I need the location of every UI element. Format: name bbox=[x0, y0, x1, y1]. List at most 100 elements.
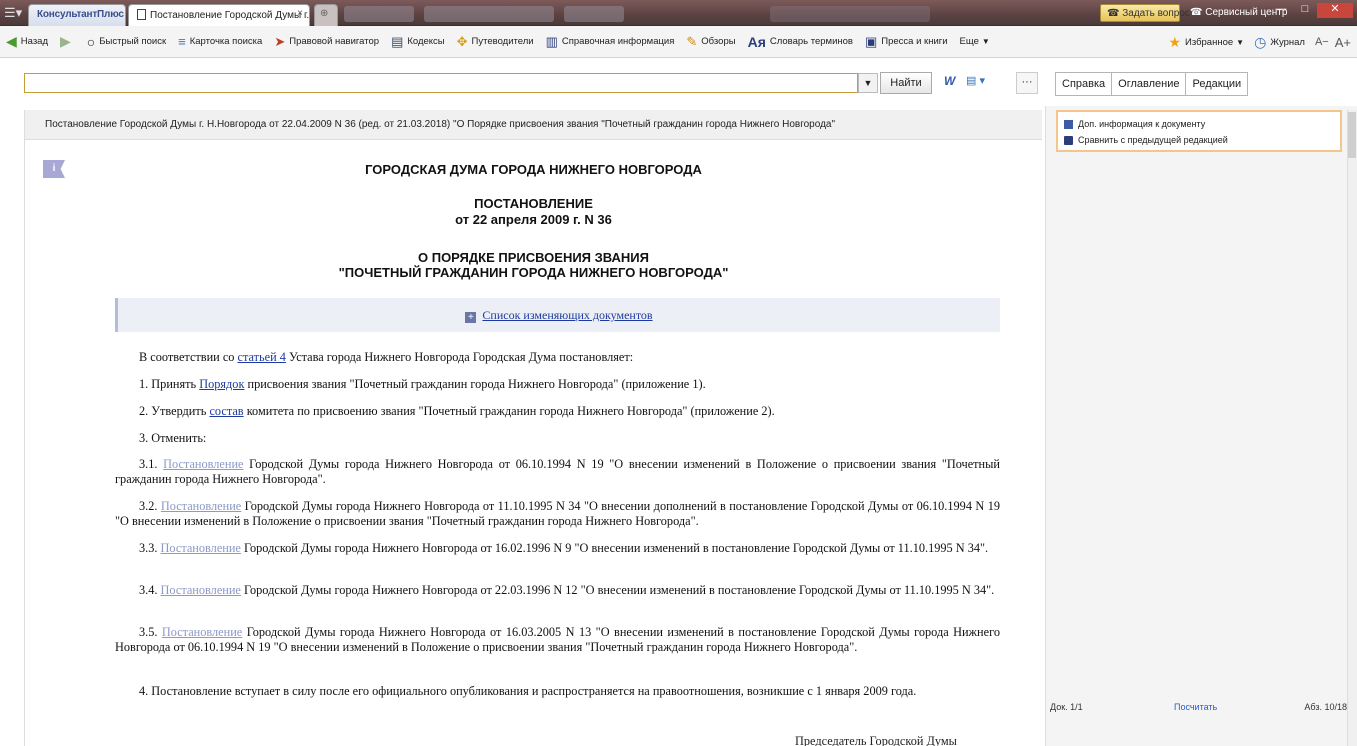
ask-question-button[interactable]: ☎ Задать вопрос bbox=[1100, 4, 1190, 22]
print-icon[interactable]: ▤ ▾ bbox=[966, 74, 985, 87]
back-button[interactable]: ◀ Назад bbox=[6, 33, 48, 50]
phone-icon: ☎ bbox=[1190, 7, 1206, 18]
resolution-link[interactable]: Постановление bbox=[162, 625, 242, 639]
word-export-icon[interactable]: W bbox=[944, 74, 955, 88]
reference-label: Справочная информация bbox=[561, 36, 675, 47]
ask-question-label: Задать вопрос bbox=[1122, 8, 1190, 19]
document-pane: Постановление Городской Думы г. Н.Новгор… bbox=[24, 110, 1042, 746]
dictionary-button[interactable]: Aя Словарь терминов bbox=[748, 34, 853, 50]
reviews-button[interactable]: ✎ Обзоры bbox=[686, 34, 735, 50]
paragraph-4: 4. Постановление вступает в силу после е… bbox=[115, 684, 1000, 699]
search-card-button[interactable]: ≡ Карточка поиска bbox=[178, 34, 262, 49]
text: 3.5. bbox=[139, 625, 162, 639]
scrollbar-thumb[interactable] bbox=[1348, 112, 1356, 158]
codes-button[interactable]: ▤ Кодексы bbox=[391, 34, 445, 50]
text: 4. Постановление вступает в силу после е… bbox=[139, 684, 917, 698]
chevron-down-icon: ▼ bbox=[981, 37, 990, 46]
article-4-link[interactable]: статьей 4 bbox=[238, 350, 286, 364]
search-row: ▼ Найти W ▤ ▾ ··· Справка Оглавление Ред… bbox=[0, 58, 1357, 106]
tab-document[interactable]: Постановление Городской Думы г. Н × bbox=[128, 4, 310, 26]
text: Городской Думы города Нижнего Новгорода … bbox=[115, 625, 1000, 654]
minimize-icon[interactable]: — bbox=[1269, 3, 1293, 18]
doc-title-org: ГОРОДСКАЯ ДУМА ГОРОДА НИЖНЕГО НОВГОРОДА bbox=[365, 162, 702, 177]
text: 3.2. bbox=[139, 499, 161, 513]
text: 3.4. bbox=[139, 583, 161, 597]
text: Устава города Нижнего Новгорода Городска… bbox=[285, 350, 634, 364]
new-tab-button[interactable]: ⊕ bbox=[314, 4, 338, 26]
doc-title-date: от 22 апреля 2009 г. N 36 bbox=[455, 212, 612, 227]
toolbar-right-group: ★ Избранное ▼ ◷ Журнал A− A+ bbox=[1158, 26, 1351, 58]
arrow-right-icon: ▶ bbox=[60, 33, 71, 49]
more-options-icon[interactable]: ··· bbox=[1016, 72, 1038, 94]
tab-contents[interactable]: Оглавление bbox=[1111, 72, 1187, 96]
extra-info-link[interactable]: Доп. информация к документу bbox=[1064, 116, 1334, 132]
more-menu-button[interactable]: Еще ▼ bbox=[960, 36, 990, 47]
history-icon: ◷ bbox=[1254, 33, 1267, 50]
count-link[interactable]: Посчитать bbox=[1174, 702, 1217, 712]
app-menu-icon[interactable]: ☰▾ bbox=[4, 5, 26, 21]
tab-editions[interactable]: Редакции bbox=[1185, 72, 1249, 96]
text: Городской Думы города Нижнего Новгорода … bbox=[115, 499, 1000, 528]
forward-button[interactable]: ▶ bbox=[60, 33, 75, 50]
right-panel: Доп. информация к документу Сравнить с п… bbox=[1045, 106, 1357, 746]
guides-button[interactable]: ✥ Путеводители bbox=[457, 34, 534, 50]
favorites-label: Избранное bbox=[1185, 36, 1234, 48]
text: Городской Думы города Нижнего Новгорода … bbox=[115, 457, 1000, 486]
paragraph-2: 2. Утвердить состав комитета по присвоен… bbox=[115, 404, 1000, 419]
reference-button[interactable]: ▥ Справочная информация bbox=[546, 34, 675, 50]
text: Городской Думы города Нижнего Новгорода … bbox=[240, 541, 989, 555]
quick-search-button[interactable]: ○ Быстрый поиск bbox=[87, 34, 166, 50]
star-icon: ★ bbox=[1168, 33, 1181, 50]
paragraph-3-2: 3.2. Постановление Городской Думы города… bbox=[115, 499, 1000, 529]
expand-icon[interactable]: + bbox=[465, 312, 477, 323]
compare-icon bbox=[1064, 135, 1073, 145]
tab-consultant-home[interactable]: КонсультантПлюс bbox=[28, 4, 126, 26]
search-card-icon: ≡ bbox=[178, 34, 186, 49]
chevron-down-icon: ▼ bbox=[1236, 37, 1245, 47]
text: 3. Отменить: bbox=[139, 431, 207, 445]
close-window-icon[interactable]: ✕ bbox=[1317, 3, 1353, 18]
resolution-link[interactable]: Постановление bbox=[161, 541, 241, 555]
resolution-link[interactable]: Постановление bbox=[163, 457, 243, 471]
search-input[interactable] bbox=[24, 73, 858, 93]
tab-reference[interactable]: Справка bbox=[1055, 72, 1113, 96]
resolution-link[interactable]: Постановление bbox=[161, 583, 241, 597]
font-smaller-button[interactable]: A− bbox=[1315, 36, 1329, 48]
blurred-tab bbox=[564, 6, 624, 22]
favorites-button[interactable]: ★ Избранное ▼ bbox=[1168, 34, 1244, 51]
find-button[interactable]: Найти bbox=[880, 72, 932, 94]
changes-list-link[interactable]: Список изменяющих документов bbox=[482, 308, 652, 322]
font-larger-button[interactable]: A+ bbox=[1335, 35, 1351, 50]
search-history-dropdown[interactable]: ▼ bbox=[858, 73, 878, 93]
press-label: Пресса и книги bbox=[881, 36, 948, 47]
changes-list-box: + Список изменяющих документов bbox=[115, 298, 1000, 332]
paragraph-3-5: 3.5. Постановление Городской Думы города… bbox=[115, 625, 1000, 655]
procedure-link[interactable]: Порядок bbox=[199, 377, 244, 391]
text: присвоения звания "Почетный гражданин го… bbox=[244, 377, 706, 391]
compare-editions-link[interactable]: Сравнить с предыдущей редакцией bbox=[1064, 132, 1334, 148]
journal-button[interactable]: ◷ Журнал bbox=[1254, 34, 1305, 51]
legal-navigator-label: Правовой навигатор bbox=[289, 36, 380, 47]
maximize-icon[interactable]: □ bbox=[1293, 3, 1317, 18]
doc-title-subject-1: О ПОРЯДКЕ ПРИСВОЕНИЯ ЗВАНИЯ bbox=[418, 250, 649, 265]
quick-search-label: Быстрый поиск bbox=[99, 36, 167, 47]
paragraph-3-1: 3.1. Постановление Городской Думы города… bbox=[115, 457, 1000, 487]
doc-title-subject-2: "ПОЧЕТНЫЙ ГРАЖДАНИН ГОРОДА НИЖНЕГО НОВГО… bbox=[338, 265, 729, 280]
guides-label: Путеводители bbox=[471, 36, 534, 47]
dictionary-label: Словарь терминов bbox=[769, 36, 853, 47]
close-tab-icon[interactable]: × bbox=[297, 8, 303, 19]
composition-link[interactable]: состав bbox=[209, 404, 243, 418]
resolution-link[interactable]: Постановление bbox=[161, 499, 241, 513]
signpost-icon: ✥ bbox=[456, 33, 468, 49]
newspaper-icon: ▣ bbox=[864, 33, 878, 49]
info-icon bbox=[1064, 119, 1073, 129]
scrollbar[interactable] bbox=[1347, 110, 1357, 746]
tab-document-label: Постановление Городской Думы г. Н bbox=[150, 10, 310, 21]
paragraph-3-4: 3.4. Постановление Городской Думы города… bbox=[115, 583, 1000, 598]
text: В соответствии со bbox=[139, 350, 238, 364]
service-center-button[interactable]: ☎ Сервисный центр bbox=[1184, 4, 1287, 22]
arrow-left-icon: ◀ bbox=[6, 33, 17, 49]
blurred-tab bbox=[770, 6, 930, 22]
legal-navigator-button[interactable]: ➤ Правовой навигатор bbox=[274, 34, 379, 50]
press-button[interactable]: ▣ Пресса и книги bbox=[865, 34, 948, 50]
